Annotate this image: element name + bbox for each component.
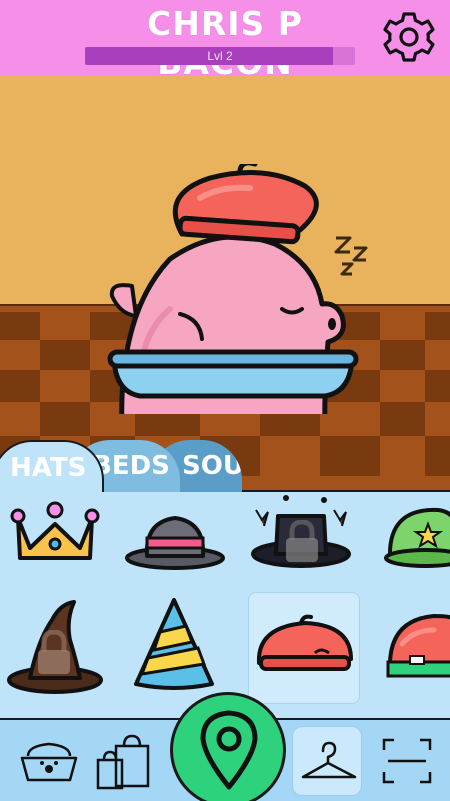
scan-button[interactable] (372, 726, 442, 796)
sleep-icon (334, 236, 368, 276)
settings-button[interactable] (380, 8, 438, 66)
item-magic-top-hat[interactable] (246, 492, 356, 602)
item-grid (0, 490, 450, 718)
shop-button[interactable] (88, 726, 158, 796)
item-red-beret[interactable] (248, 592, 360, 704)
food-bowl-icon (20, 742, 78, 782)
wardrobe-button[interactable] (292, 726, 362, 796)
shopping-bag-icon (96, 734, 150, 790)
lock-icon (286, 520, 318, 562)
lock-icon (38, 630, 70, 674)
level-label: Lvl 2 (207, 49, 233, 63)
category-tabs: SOUNDS BEDS HATS (0, 440, 450, 492)
green-hat-icon (384, 507, 450, 568)
food-button[interactable] (14, 726, 84, 796)
bowler-hat-icon (125, 516, 225, 570)
item-red-helmet[interactable] (384, 600, 450, 710)
map-button[interactable] (170, 692, 286, 801)
beret-icon (256, 614, 353, 671)
tab-hats[interactable]: HATS (0, 440, 104, 492)
sleep-zzz (332, 232, 382, 282)
map-pin-icon (200, 710, 258, 790)
tab-hats-label: HATS (10, 453, 87, 483)
item-bowler-hat[interactable] (120, 500, 230, 610)
pet-name-title: CHRIS P BACON (147, 4, 303, 82)
helmet-icon (386, 614, 450, 678)
item-party-hat[interactable] (124, 596, 234, 706)
gear-icon (383, 12, 435, 62)
pig-character[interactable] (100, 164, 390, 414)
item-green-star-hat[interactable] (378, 496, 450, 606)
level-progress-bar: Lvl 2 (85, 47, 355, 65)
pet-scene (0, 76, 450, 490)
header-bar: CHRIS P BACON Lvl 2 (0, 0, 450, 82)
hanger-icon (301, 741, 357, 779)
scan-icon (382, 738, 432, 784)
item-crown[interactable] (0, 496, 110, 606)
party-hat-icon (134, 598, 214, 690)
item-witch-hat[interactable] (0, 600, 110, 710)
crown-icon (10, 501, 100, 560)
